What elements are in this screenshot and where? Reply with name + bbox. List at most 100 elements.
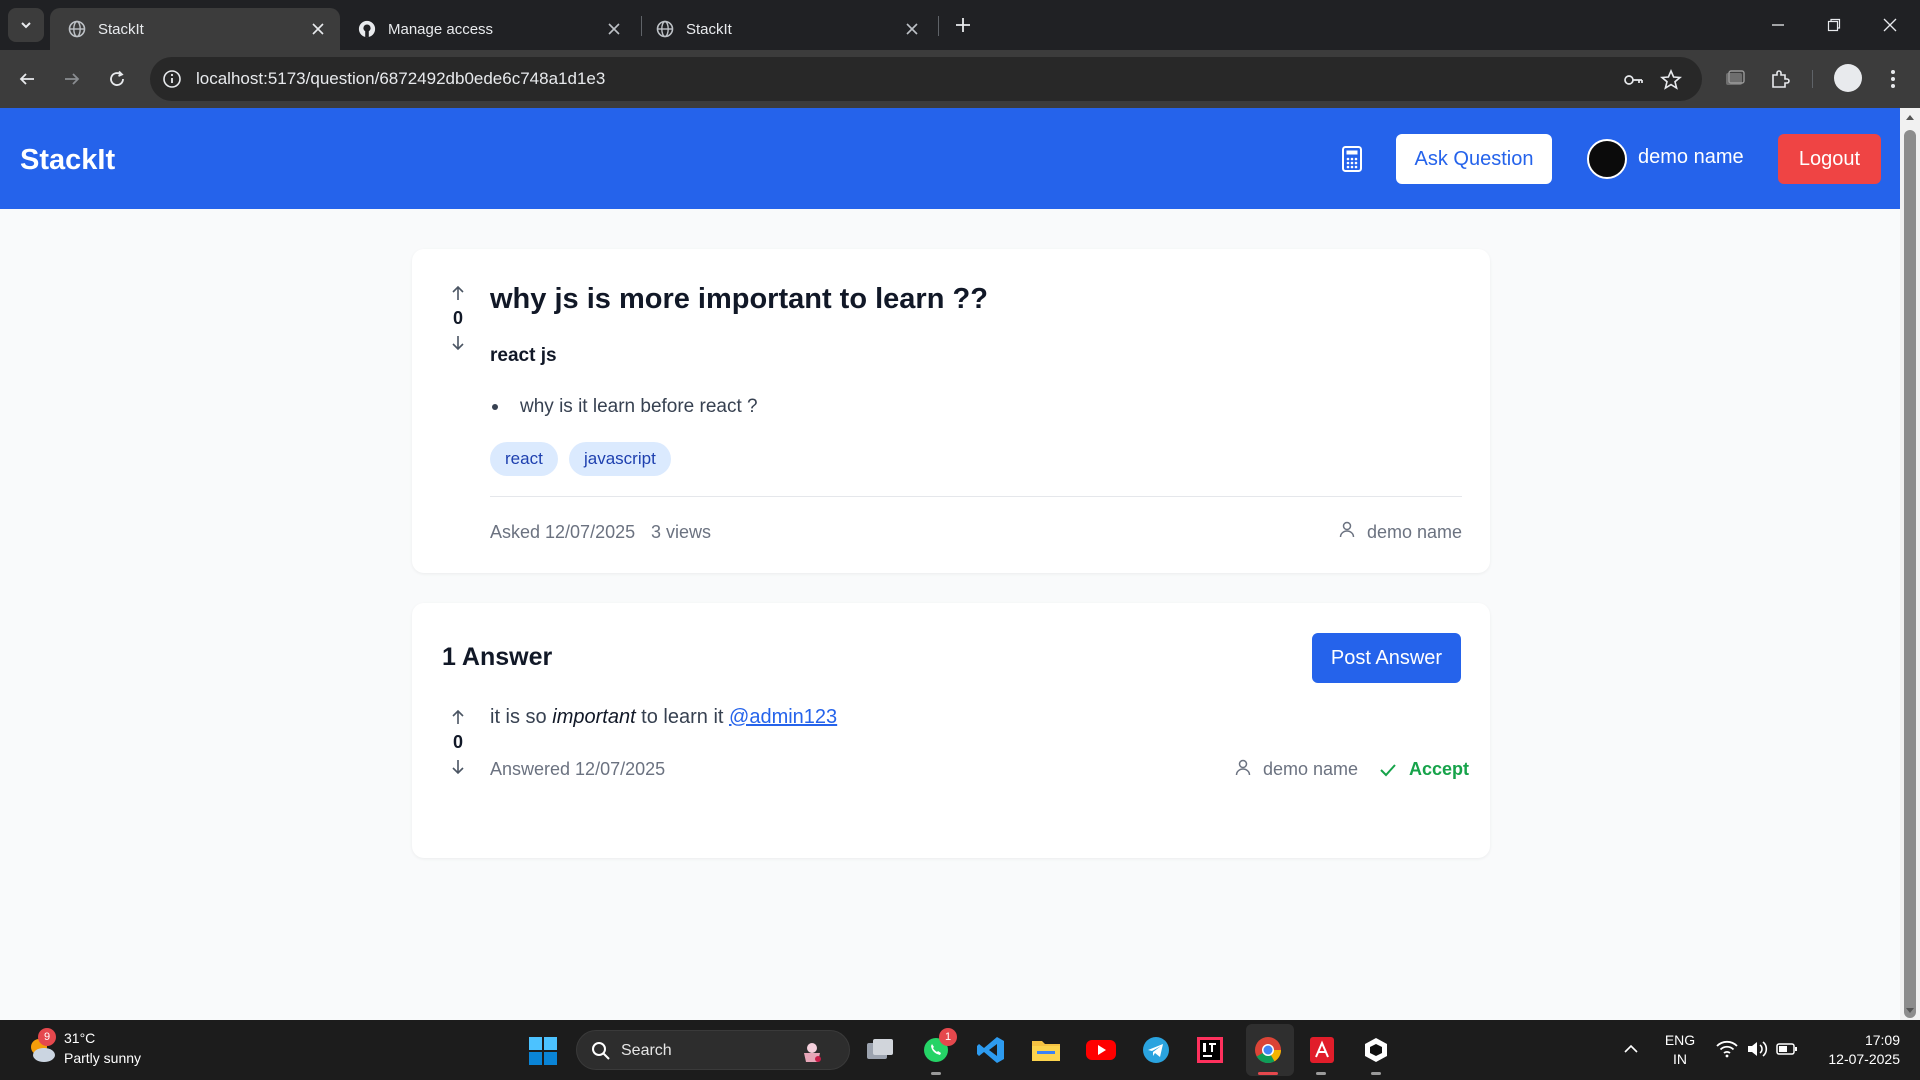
wifi-icon[interactable]	[1716, 1038, 1738, 1060]
back-button[interactable]	[12, 64, 42, 94]
bookmark-star-icon[interactable]	[1660, 69, 1682, 91]
tab-title: StackIt	[98, 20, 144, 38]
downvote-arrow-icon[interactable]	[448, 333, 468, 353]
volume-icon[interactable]	[1746, 1038, 1768, 1060]
windows-start-icon[interactable]	[528, 1036, 558, 1066]
profile-avatar[interactable]	[1834, 64, 1862, 92]
weather-description[interactable]: Partly sunny	[64, 1050, 141, 1066]
site-info-icon[interactable]	[162, 69, 182, 89]
reload-button[interactable]	[102, 64, 132, 94]
weather-temperature[interactable]: 31°C	[64, 1030, 95, 1046]
minimize-icon	[1772, 24, 1784, 26]
upvote-arrow-icon[interactable]	[448, 707, 468, 727]
calculator-icon[interactable]	[1338, 144, 1366, 174]
upvote-arrow-icon[interactable]	[448, 283, 468, 303]
check-icon	[1380, 763, 1396, 776]
tab-title: Manage access	[388, 20, 494, 38]
answer-vote-control: 0	[442, 707, 474, 777]
extensions-puzzle-icon[interactable]	[1765, 64, 1795, 94]
arrow-left-icon	[19, 73, 34, 85]
plus-icon	[956, 18, 970, 32]
close-window-button[interactable]	[1870, 8, 1910, 42]
minimize-button[interactable]	[1758, 8, 1798, 42]
search-icon	[592, 1042, 610, 1060]
search-label: Search	[621, 1042, 672, 1059]
answer-body: it is so important to learn it @admin123	[490, 706, 837, 729]
accept-answer-button[interactable]: Accept	[1379, 759, 1469, 780]
bullet-dot	[492, 404, 498, 410]
box-app-icon[interactable]	[1360, 1034, 1392, 1066]
scroll-down-arrow-icon[interactable]	[1905, 1006, 1915, 1016]
tab-media-icon[interactable]	[1720, 64, 1750, 94]
app-header: StackIt Ask Question demo name Logout	[0, 108, 1900, 209]
more-vertical-icon[interactable]	[1878, 64, 1908, 94]
taskbar-search-box[interactable]: Search	[576, 1030, 850, 1070]
question-body-bullet: why is it learn before react ?	[490, 396, 758, 418]
chevron-up-icon[interactable]	[1620, 1038, 1642, 1060]
page-scrollbar[interactable]	[1900, 108, 1920, 1020]
accept-label: Accept	[1409, 759, 1470, 779]
user-avatar[interactable]	[1587, 139, 1627, 179]
restore-button[interactable]	[1814, 8, 1854, 42]
post-answer-button[interactable]: Post Answer	[1312, 633, 1461, 683]
user-mention-link[interactable]: @admin123	[729, 706, 837, 728]
intellij-idea-icon[interactable]	[1194, 1034, 1226, 1066]
question-title: why js is more important to learn ??	[490, 283, 988, 315]
github-icon	[358, 20, 376, 38]
tab-title: StackIt	[686, 20, 732, 38]
url-text[interactable]: localhost:5173/question/6872492db0ede6c7…	[196, 69, 605, 89]
ask-question-button[interactable]: Ask Question	[1396, 134, 1552, 184]
tab-stackit[interactable]: StackIt	[638, 8, 934, 50]
vote-count: 0	[452, 732, 463, 752]
forward-button[interactable]	[57, 64, 87, 94]
chrome-icon[interactable]	[1252, 1034, 1284, 1066]
tab-search-button[interactable]	[8, 8, 44, 42]
asked-date: Asked 12/07/2025	[490, 522, 636, 542]
question-vote-control: 0	[442, 283, 474, 353]
answers-card: 1 Answer Post Answer 0 it is so importan…	[412, 603, 1490, 858]
restore-icon	[1827, 18, 1841, 32]
windows-taskbar: 9 31°C Partly sunny Search 1 ENG IN 17:0…	[0, 1020, 1920, 1080]
scroll-up-arrow-icon[interactable]	[1905, 112, 1915, 122]
acrobat-icon[interactable]	[1306, 1034, 1338, 1066]
language-indicator[interactable]: ENG	[1660, 1032, 1700, 1048]
search-highlight-icon	[804, 1043, 821, 1062]
browser-toolbar: localhost:5173/question/6872492db0ede6c7…	[0, 50, 1920, 108]
globe-icon	[68, 20, 86, 38]
clock-date[interactable]: 12-07-2025	[1806, 1051, 1900, 1067]
key-icon[interactable]	[1622, 69, 1644, 91]
tag-react[interactable]: react	[490, 442, 558, 476]
close-icon[interactable]	[604, 19, 624, 39]
downvote-arrow-icon[interactable]	[448, 757, 468, 777]
scroll-thumb[interactable]	[1904, 130, 1916, 1018]
task-view-icon[interactable]	[864, 1034, 896, 1066]
running-indicator	[1371, 1072, 1381, 1075]
clock-time[interactable]: 17:09	[1816, 1032, 1900, 1048]
youtube-icon[interactable]	[1085, 1034, 1117, 1066]
battery-icon[interactable]	[1776, 1038, 1798, 1060]
new-tab-button[interactable]	[950, 12, 976, 38]
tab-manage-access[interactable]: Manage access	[340, 8, 636, 50]
telegram-icon[interactable]	[1140, 1034, 1172, 1066]
answer-author[interactable]: demo name	[1263, 759, 1358, 780]
answer-text: it is so	[490, 706, 553, 728]
running-indicator	[931, 1072, 941, 1075]
running-indicator	[1316, 1072, 1326, 1075]
vscode-icon[interactable]	[975, 1034, 1007, 1066]
region-indicator[interactable]: IN	[1660, 1051, 1700, 1067]
address-bar[interactable]: localhost:5173/question/6872492db0ede6c7…	[150, 57, 1702, 101]
user-name[interactable]: demo name	[1638, 146, 1744, 169]
tag-javascript[interactable]: javascript	[569, 442, 671, 476]
question-author[interactable]: demo name	[1367, 522, 1462, 543]
vote-count: 0	[452, 308, 463, 328]
chevron-down-icon	[21, 22, 31, 29]
tab-stackit-active[interactable]: StackIt	[50, 8, 340, 50]
logout-button[interactable]: Logout	[1778, 134, 1881, 184]
close-icon[interactable]	[308, 19, 328, 39]
globe-icon	[656, 20, 674, 38]
file-explorer-icon[interactable]	[1030, 1034, 1062, 1066]
close-icon[interactable]	[902, 19, 922, 39]
brand-logo[interactable]: StackIt	[20, 144, 115, 177]
arrow-right-icon	[65, 73, 80, 85]
browser-tab-bar: StackIt Manage access StackIt	[0, 0, 1920, 50]
